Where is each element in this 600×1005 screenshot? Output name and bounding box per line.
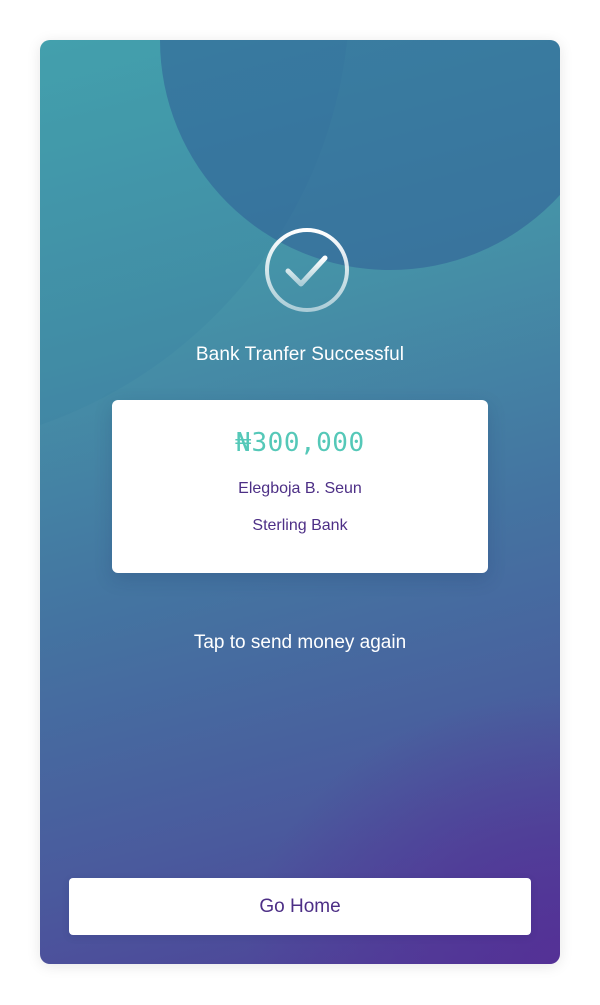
bank-name: Sterling Bank	[252, 517, 348, 534]
recipient-name: Elegboja B. Seun	[238, 480, 362, 497]
transfer-summary-card: ₦300,000 Elegboja B. Seun Sterling Bank	[112, 400, 488, 573]
success-screen: Bank Tranfer Successful ₦300,000 Elegboj…	[40, 40, 560, 964]
transfer-amount: ₦300,000	[235, 428, 365, 458]
check-circle-icon	[264, 227, 350, 313]
success-title: Bank Tranfer Successful	[195, 344, 405, 365]
send-again-link[interactable]: Tap to send money again	[40, 632, 560, 654]
go-home-button[interactable]: Go Home	[69, 878, 531, 935]
